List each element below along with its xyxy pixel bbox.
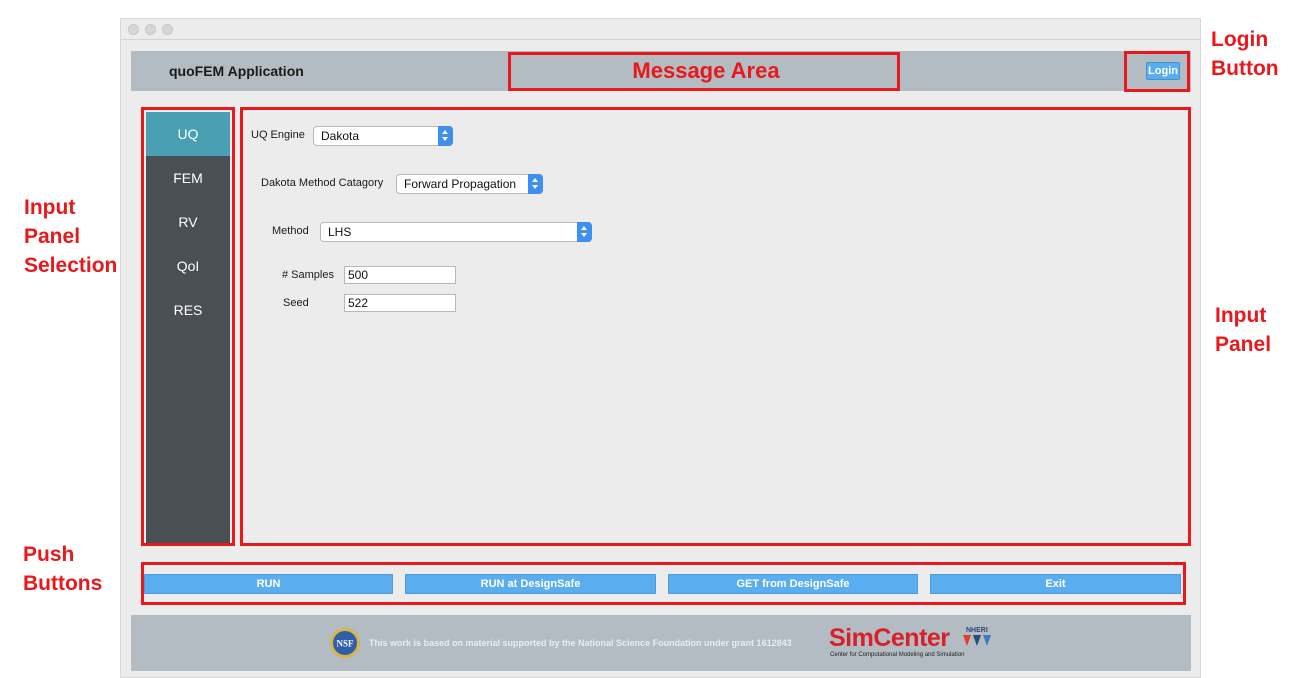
annotation-input-panel-selection: Input Panel Selection xyxy=(24,193,117,280)
nsf-logo: NSF xyxy=(330,628,360,658)
annotation-line: Input xyxy=(24,196,76,219)
annotation-line: Button xyxy=(1211,57,1279,80)
nsf-logo-text: NSF xyxy=(336,639,354,649)
footer: NSF This work is based on material suppo… xyxy=(131,615,1191,671)
annotation-input-panel: Input Panel xyxy=(1215,301,1271,359)
push-buttons-highlight xyxy=(141,562,1186,605)
annotation-line: Login xyxy=(1211,28,1269,51)
annotation-line: Panel xyxy=(1215,333,1272,356)
annotation-login-button: Login Button xyxy=(1211,25,1279,83)
annotation-line: Selection xyxy=(24,254,118,277)
close-window-button[interactable] xyxy=(128,24,139,35)
input-panel-highlight xyxy=(240,107,1191,546)
nheri-text: NHERI xyxy=(966,627,988,634)
annotation-line: Buttons xyxy=(23,572,103,595)
simcenter-logo: SimCenter xyxy=(829,624,950,652)
app-title: quoFEM Application xyxy=(169,63,304,79)
simcenter-subtitle: Center for Computational Modeling and Si… xyxy=(830,652,965,658)
title-bar xyxy=(121,19,1200,40)
input-panel-selection-highlight xyxy=(141,107,235,546)
annotation-push-buttons: Push Buttons xyxy=(23,540,102,598)
message-area-highlight xyxy=(508,52,900,91)
screenshot-stage: quoFEM Application Message Area Login UQ… xyxy=(0,0,1293,678)
annotation-line: Push xyxy=(23,543,75,566)
grant-text: This work is based on material supported… xyxy=(369,638,792,648)
annotation-line: Panel xyxy=(24,225,81,248)
nheri-logo-icon xyxy=(963,635,991,646)
zoom-window-button[interactable] xyxy=(162,24,173,35)
annotation-line: Input xyxy=(1215,304,1267,327)
minimize-window-button[interactable] xyxy=(145,24,156,35)
login-button-highlight xyxy=(1124,51,1190,92)
